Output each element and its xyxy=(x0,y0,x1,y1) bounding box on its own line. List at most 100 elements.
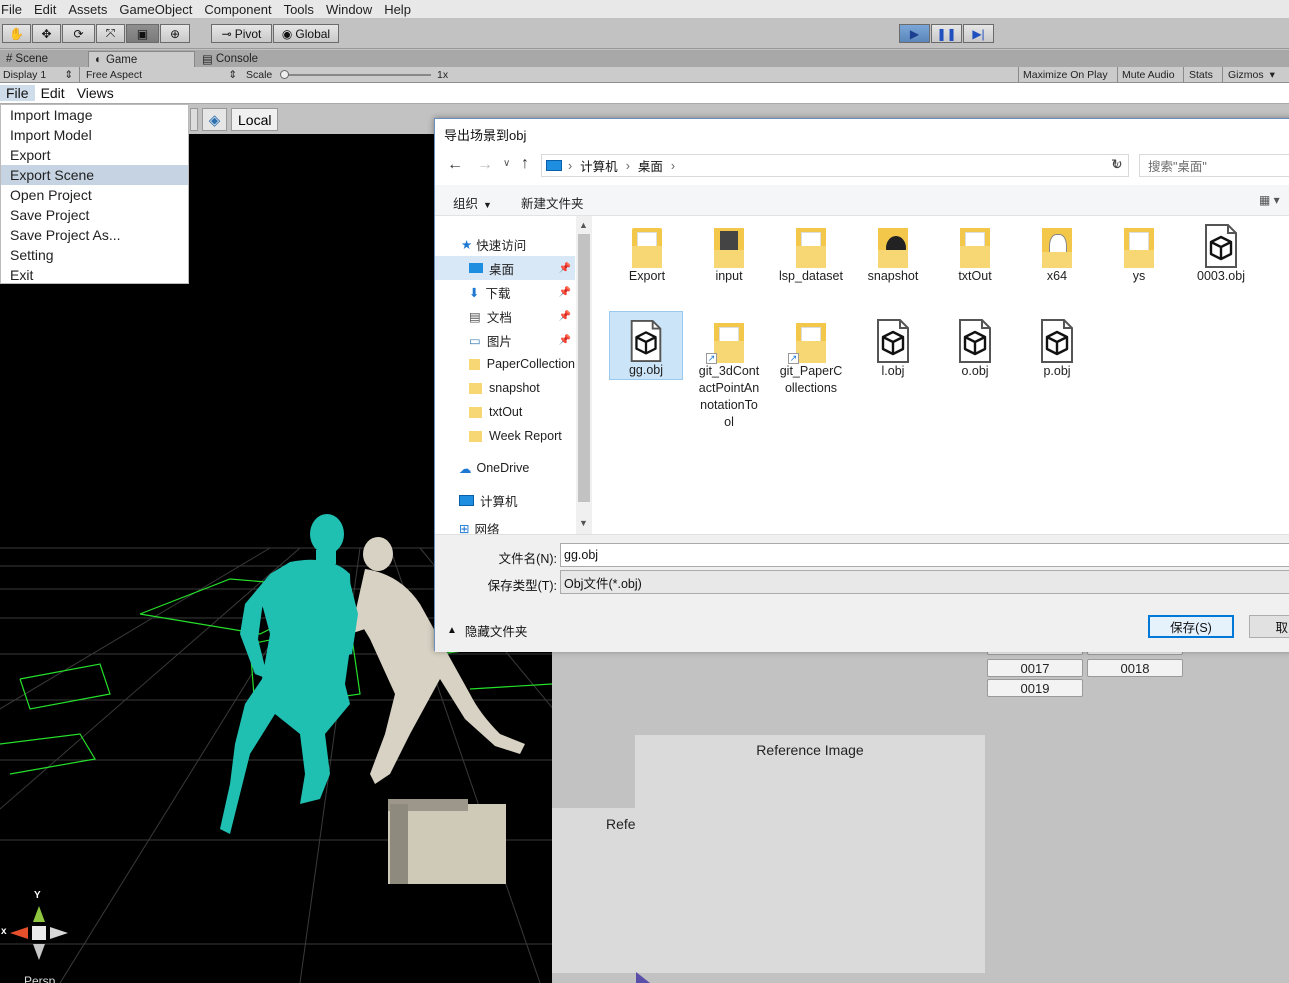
nav-desktop[interactable]: 桌面 📌 xyxy=(435,256,575,280)
menu-item-import-image[interactable]: Import Image xyxy=(1,105,188,125)
maximize-on-play-toggle[interactable]: Maximize On Play xyxy=(1020,67,1111,83)
menu-item-exit[interactable]: Exit xyxy=(1,265,188,285)
aspect-select[interactable]: Free Aspect ⇕ xyxy=(83,67,240,83)
move-tool-icon[interactable]: ✥ xyxy=(32,24,61,43)
tab-scene[interactable]: # Scene xyxy=(0,51,54,67)
scale-slider-handle[interactable] xyxy=(280,70,289,79)
pin-icon[interactable]: 📌 xyxy=(559,263,571,274)
file-item-snapshot[interactable]: snapshot xyxy=(856,216,930,285)
menu-item-save-project[interactable]: Save Project xyxy=(1,205,188,225)
forward-arrow-icon[interactable]: → xyxy=(477,156,493,174)
file-item-gg-obj[interactable]: gg.obj xyxy=(609,311,683,380)
tab-game[interactable]: ◐ Game xyxy=(88,51,195,67)
pivot-toggle[interactable]: ⊸ Pivot xyxy=(211,24,272,43)
scroll-down-icon[interactable]: ▼ xyxy=(579,518,588,528)
menu-item-import-model[interactable]: Import Model xyxy=(1,125,188,145)
nav-txtout[interactable]: txtOut xyxy=(435,400,575,424)
scroll-up-icon[interactable]: ▲ xyxy=(579,220,588,230)
scrollbar-thumb[interactable] xyxy=(578,234,590,502)
organize-button[interactable]: 组织 ▼ xyxy=(453,193,492,212)
filetype-select[interactable]: Obj文件(*.obj) xyxy=(560,570,1289,594)
global-toggle[interactable]: ◉ Global xyxy=(273,24,339,43)
search-field[interactable]: 搜索"桌面" xyxy=(1139,154,1289,177)
orientation-gizmo[interactable] xyxy=(10,906,68,960)
nav-week-report[interactable]: Week Report xyxy=(435,424,575,448)
pin-icon[interactable]: 📌 xyxy=(559,311,571,322)
app-menu-edit[interactable]: Edit xyxy=(35,85,71,101)
app-menu-file[interactable]: File xyxy=(0,85,35,101)
cube-icon[interactable]: ◈ xyxy=(202,108,227,131)
scale-slider-track[interactable] xyxy=(283,74,431,76)
scale-tool-icon[interactable]: ⤧ xyxy=(96,24,125,43)
file-item-x64[interactable]: x64 xyxy=(1020,216,1094,285)
menu-assets[interactable]: Assets xyxy=(62,2,113,17)
tool-stub[interactable] xyxy=(190,108,198,131)
menu-item-setting[interactable]: Setting xyxy=(1,245,188,265)
nav-documents[interactable]: ▤ 文档 📌 xyxy=(435,304,575,328)
file-item-export[interactable]: Export xyxy=(610,216,684,285)
filename-input[interactable]: gg.obj xyxy=(560,543,1289,567)
file-item-lsp-dataset[interactable]: lsp_dataset xyxy=(774,216,848,285)
nav-downloads[interactable]: ⬇ 下载 📌 xyxy=(435,280,575,304)
gizmos-toggle[interactable]: Gizmos ▾ xyxy=(1225,67,1278,83)
persp-label[interactable]: Persp xyxy=(24,974,55,983)
local-button[interactable]: Local xyxy=(231,108,279,131)
file-item-git-papercollections[interactable]: ↗ git_PaperCollections xyxy=(774,311,848,397)
new-folder-button[interactable]: 新建文件夹 xyxy=(521,193,584,212)
stats-toggle[interactable]: Stats xyxy=(1186,67,1216,83)
play-button[interactable]: ▶ xyxy=(899,24,930,43)
frame-button-0019[interactable]: 0019 xyxy=(987,679,1083,697)
file-item-git-3dcontact[interactable]: ↗ git_3dContactPointAnnotationTool xyxy=(692,311,766,431)
menu-window[interactable]: Window xyxy=(320,2,378,17)
menu-help[interactable]: Help xyxy=(378,2,417,17)
breadcrumb-desktop[interactable]: 桌面 xyxy=(638,156,663,175)
app-menu-views[interactable]: Views xyxy=(71,85,120,101)
step-button[interactable]: ▶| xyxy=(963,24,994,43)
file-item-0003-obj[interactable]: 0003.obj xyxy=(1184,216,1258,285)
file-item-ys[interactable]: ys xyxy=(1102,216,1176,285)
frame-button-0017[interactable]: 0017 xyxy=(987,659,1083,677)
menu-item-open-project[interactable]: Open Project xyxy=(1,185,188,205)
nav-scrollbar[interactable]: ▲ ▼ xyxy=(576,216,592,534)
save-button[interactable]: 保存(S) xyxy=(1148,615,1234,638)
nav-snapshot[interactable]: snapshot xyxy=(435,376,575,400)
nav-quick-access[interactable]: ★ 快速访问 xyxy=(435,232,575,256)
breadcrumb-computer[interactable]: 计算机 xyxy=(580,156,618,175)
menu-edit[interactable]: Edit xyxy=(28,2,62,17)
mute-audio-toggle[interactable]: Mute Audio xyxy=(1119,67,1178,83)
pin-icon[interactable]: 📌 xyxy=(559,287,571,298)
menu-tools[interactable]: Tools xyxy=(278,2,320,17)
nav-pictures[interactable]: ▭ 图片 📌 xyxy=(435,328,575,352)
recent-chevron-icon[interactable]: ∨ xyxy=(503,158,510,169)
file-item-input[interactable]: input xyxy=(692,216,766,285)
back-arrow-icon[interactable]: ← xyxy=(447,156,463,174)
menu-item-export[interactable]: Export xyxy=(1,145,188,165)
cancel-button[interactable]: 取 xyxy=(1249,615,1289,638)
hand-tool-icon[interactable]: ✋ xyxy=(2,24,31,43)
view-options-icon[interactable]: ▦ ▾ xyxy=(1259,193,1280,207)
refresh-icon[interactable]: ↻ xyxy=(1111,156,1123,173)
file-item-p-obj[interactable]: p.obj xyxy=(1020,311,1094,380)
file-item-l-obj[interactable]: l.obj xyxy=(856,311,930,380)
rotate-tool-icon[interactable]: ⟳ xyxy=(62,24,95,43)
address-bar[interactable]: › 计算机 › 桌面 › ∨ xyxy=(541,154,1129,177)
nav-computer[interactable]: 计算机 xyxy=(435,488,575,512)
tab-console[interactable]: ▤ Console xyxy=(196,51,264,67)
file-item-o-obj[interactable]: o.obj xyxy=(938,311,1012,380)
menu-gameobject[interactable]: GameObject xyxy=(113,2,198,17)
nav-onedrive[interactable]: ☁ OneDrive xyxy=(435,456,575,480)
transform-tool-icon[interactable]: ⊕ xyxy=(160,24,190,43)
pause-button[interactable]: ❚❚ xyxy=(931,24,962,43)
pin-icon[interactable]: 📌 xyxy=(559,335,571,346)
rect-tool-icon[interactable]: ▣ xyxy=(126,24,159,43)
display-select[interactable]: Display 1 ⇕ xyxy=(0,67,76,83)
frame-button-0018[interactable]: 0018 xyxy=(1087,659,1183,677)
nav-paper-collection[interactable]: PaperCollection xyxy=(435,352,575,376)
file-item-txtout[interactable]: txtOut xyxy=(938,216,1012,285)
hide-folders-toggle[interactable]: ▲ 隐藏文件夹 xyxy=(447,621,527,640)
menu-file[interactable]: File xyxy=(0,2,28,17)
up-arrow-icon[interactable]: ↑ xyxy=(521,155,529,173)
nav-network[interactable]: ⊞ 网络 xyxy=(435,516,575,535)
menu-component[interactable]: Component xyxy=(198,2,277,17)
menu-item-export-scene[interactable]: Export Scene xyxy=(1,165,188,185)
